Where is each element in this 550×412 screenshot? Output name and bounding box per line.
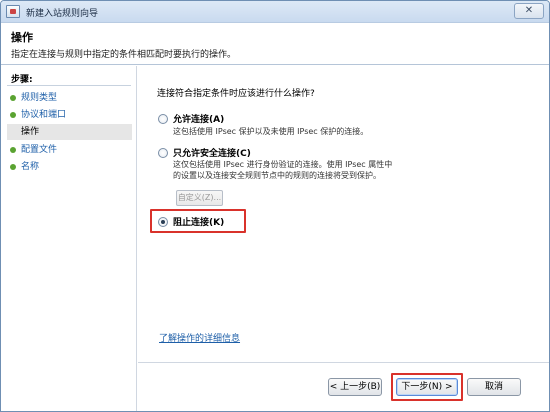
close-button[interactable]: ✕ [514, 3, 544, 19]
sidebar-item-label: 操作 [21, 127, 40, 137]
wizard-header: 操作 指定在连接与规则中指定的条件相匹配时要执行的操作。 [1, 23, 549, 65]
allow-secure-label[interactable]: 只允许安全连接(C) [173, 146, 251, 159]
sidebar-item-profile[interactable]: 配置文件 [7, 142, 132, 158]
cancel-button[interactable]: 取消 [467, 378, 521, 396]
allow-secure-radio[interactable] [158, 148, 168, 158]
block-option-highlight [150, 209, 246, 233]
next-button-highlight [391, 373, 463, 401]
page-description: 指定在连接与规则中指定的条件相匹配时要执行的操作。 [11, 50, 237, 60]
step-bullet-icon [10, 164, 16, 170]
allow-connection-radio[interactable] [158, 114, 168, 124]
title-bar[interactable]: 新建入站规则向导 ✕ [1, 1, 549, 23]
steps-label: 步骤: [11, 75, 33, 85]
main-content: 连接符合指定条件时应该进行什么操作? 允许连接(A) 这包括使用 IPsec 保… [138, 66, 549, 411]
step-bullet-icon [10, 147, 16, 153]
sidebar-item-rule-type[interactable]: 规则类型 [7, 90, 132, 106]
step-bullet-icon [10, 95, 16, 101]
allow-connection-label[interactable]: 允许连接(A) [173, 112, 224, 125]
page-title: 操作 [11, 31, 33, 44]
footer-divider [138, 362, 549, 363]
steps-sidebar: 步骤: 规则类型 协议和端口 操作 配置文件 名称 [1, 66, 137, 411]
learn-more-link[interactable]: 了解操作的详细信息 [159, 331, 240, 344]
allow-secure-description: 这仅包括使用 IPsec 进行身份验证的连接。使用 IPsec 属性中的设置以及… [173, 160, 393, 180]
back-button[interactable]: < 上一步(B) [328, 378, 382, 396]
sidebar-item-label: 配置文件 [21, 145, 58, 155]
window-title: 新建入站规则向导 [26, 9, 99, 19]
action-question: 连接符合指定条件时应该进行什么操作? [157, 89, 315, 99]
sidebar-item-label: 协议和端口 [21, 110, 67, 120]
allow-connection-description: 这包括使用 IPsec 保护以及未使用 IPsec 保护的连接。 [173, 127, 369, 136]
sidebar-item-label: 规则类型 [21, 93, 58, 103]
sidebar-item-action[interactable]: 操作 [7, 124, 132, 140]
wizard-window: 新建入站规则向导 ✕ 操作 指定在连接与规则中指定的条件相匹配时要执行的操作。 … [0, 0, 550, 412]
step-bullet-icon [10, 112, 16, 118]
steps-divider [7, 85, 131, 86]
sidebar-item-protocol-ports[interactable]: 协议和端口 [7, 107, 132, 123]
customize-button[interactable]: 自定义(Z)... [176, 190, 223, 206]
sidebar-item-name[interactable]: 名称 [7, 159, 132, 175]
firewall-app-icon [6, 5, 20, 18]
sidebar-item-label: 名称 [21, 162, 40, 172]
